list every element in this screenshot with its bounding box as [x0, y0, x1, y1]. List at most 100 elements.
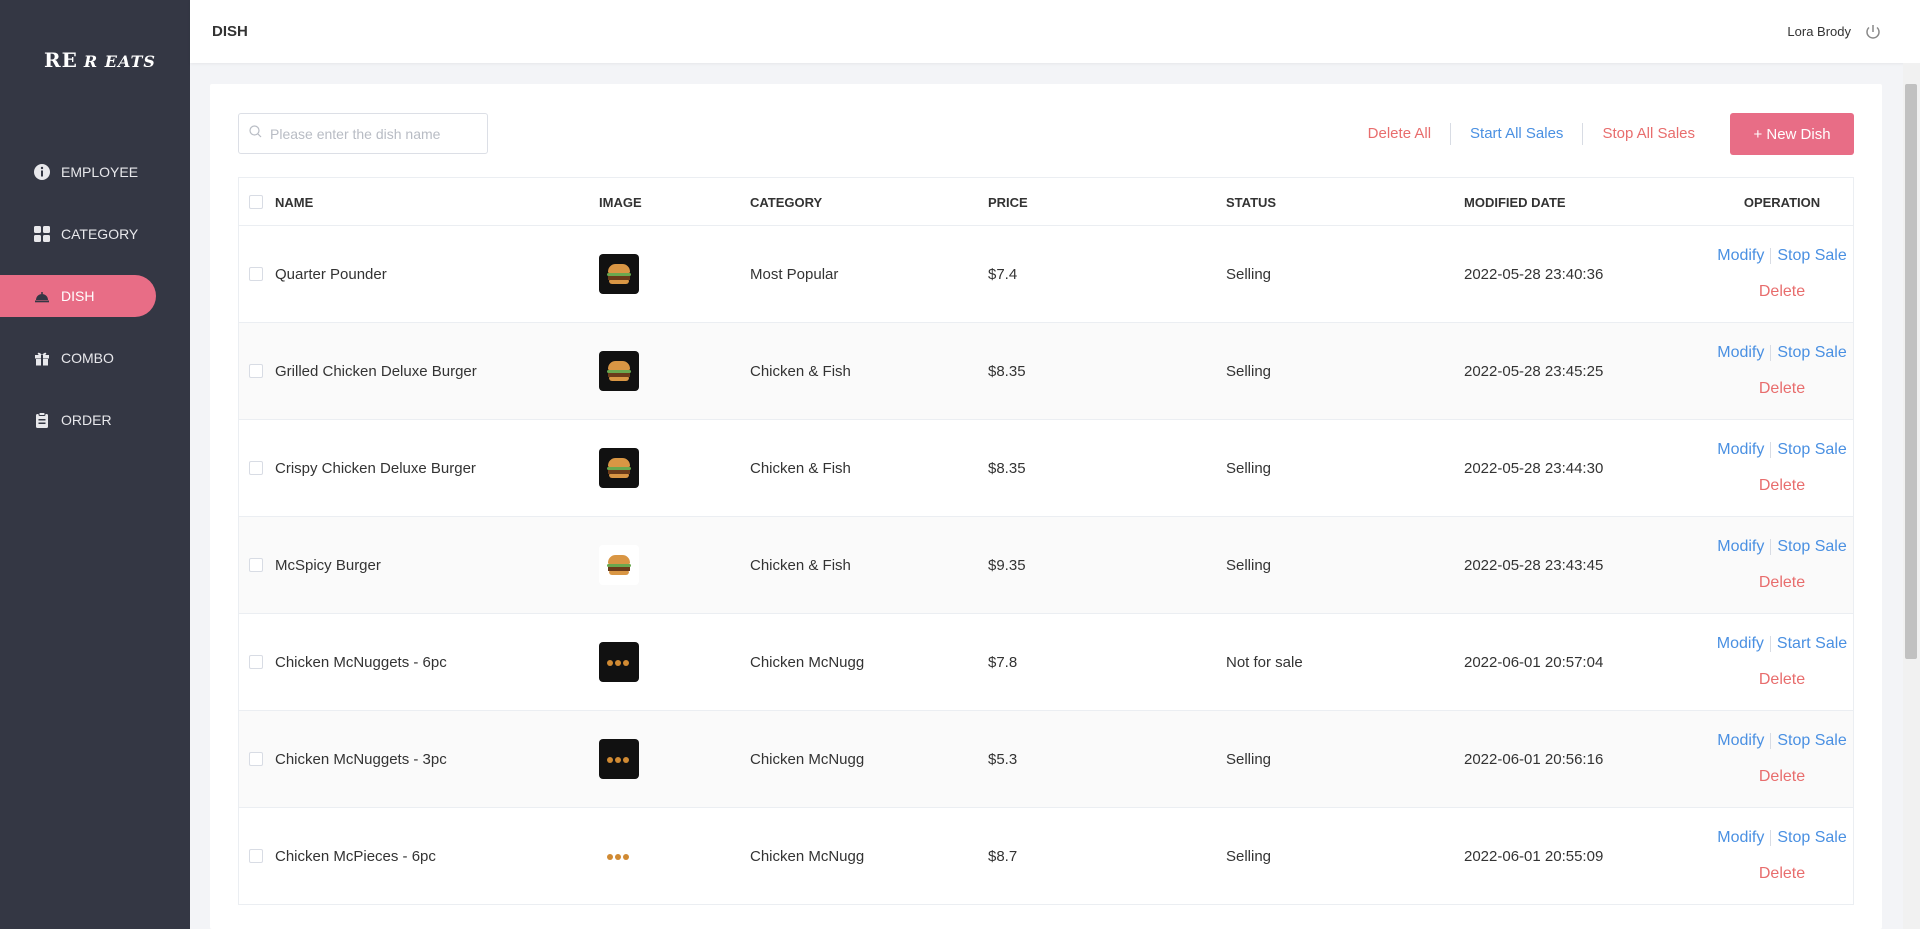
start-all-sales-button[interactable]: Start All Sales — [1451, 123, 1584, 145]
dish-image-cell — [599, 808, 639, 904]
modify-button[interactable]: Modify — [1717, 441, 1764, 459]
toggle-sale-button[interactable]: Stop Sale — [1777, 829, 1846, 847]
delete-all-button[interactable]: Delete All — [1349, 123, 1452, 145]
dish-modified-date: 2022-05-28 23:45:25 — [1464, 362, 1604, 380]
dish-price: $8.35 — [988, 459, 1026, 477]
dish-modified-date: 2022-06-01 20:57:04 — [1464, 653, 1604, 671]
scrollbar-thumb[interactable] — [1905, 84, 1917, 659]
header-category: CATEGORY — [750, 194, 823, 210]
table-row: Crispy Chicken Deluxe Burger Chicken & Fi… — [239, 420, 1853, 517]
row-checkbox[interactable] — [249, 267, 263, 281]
dish-table: NAME IMAGE CATEGORY PRICE STATUS MODIFIE… — [238, 177, 1854, 905]
modify-button[interactable]: Modify — [1717, 344, 1764, 362]
header-modified-date: MODIFIED DATE — [1464, 194, 1566, 210]
dish-image — [599, 448, 639, 488]
delete-button[interactable]: Delete — [1759, 671, 1805, 689]
sidebar-nav: EMPLOYEE CATEGORY DISH COMBO ORDER — [0, 151, 190, 461]
toggle-sale-button[interactable]: Stop Sale — [1777, 732, 1846, 750]
row-checkbox[interactable] — [249, 849, 263, 863]
divider — [1770, 442, 1772, 458]
dish-name: Quarter Pounder — [275, 265, 387, 283]
sidebar-item-order[interactable]: ORDER — [0, 399, 190, 441]
sidebar-item-label: DISH — [61, 288, 95, 304]
dish-image — [599, 739, 639, 779]
divider — [1770, 830, 1772, 846]
dish-price: $9.35 — [988, 556, 1026, 574]
header-operation: OPERATION — [1743, 194, 1821, 210]
row-operations: Modify Stop Sale Delete — [1709, 517, 1855, 613]
dish-category: Chicken McNugg — [750, 653, 865, 671]
row-operations: Modify Stop Sale Delete — [1709, 711, 1855, 807]
sidebar-item-label: CATEGORY — [61, 226, 139, 242]
content-card: Delete All Start All Sales Stop All Sale… — [210, 84, 1882, 929]
sidebar-item-dish[interactable]: DISH — [0, 275, 156, 317]
delete-button[interactable]: Delete — [1759, 283, 1805, 301]
toggle-sale-button[interactable]: Start Sale — [1777, 635, 1847, 653]
page-title: DISH — [212, 23, 248, 40]
dish-name: Chicken McNuggets - 6pc — [275, 653, 447, 671]
row-operations: Modify Stop Sale Delete — [1709, 420, 1855, 516]
row-checkbox[interactable] — [249, 558, 263, 572]
row-checkbox[interactable] — [249, 655, 263, 669]
dish-status: Not for sale — [1226, 653, 1303, 671]
app-logo: RE R EATS — [44, 48, 156, 72]
delete-button[interactable]: Delete — [1759, 477, 1805, 495]
sidebar-item-combo[interactable]: COMBO — [0, 337, 190, 379]
divider — [1770, 539, 1772, 555]
modify-button[interactable]: Modify — [1717, 247, 1764, 265]
row-checkbox[interactable] — [249, 461, 263, 475]
dish-price: $7.8 — [988, 653, 1018, 671]
clipboard-icon — [33, 411, 51, 429]
info-icon — [33, 163, 51, 181]
table-row: Chicken McPieces - 6pc Chicken McNugg $8.7… — [239, 808, 1853, 905]
dish-image-cell — [599, 517, 639, 613]
table-body: Quarter Pounder Most Popular $7.4 Selling 20… — [239, 226, 1853, 905]
dish-modified-date: 2022-06-01 20:56:16 — [1464, 750, 1604, 768]
delete-button[interactable]: Delete — [1759, 380, 1805, 398]
user-name[interactable]: Lora Brody — [1787, 24, 1851, 39]
dish-image — [599, 836, 639, 876]
row-checkbox[interactable] — [249, 752, 263, 766]
table-row: Chicken McNuggets - 6pc Chicken McNugg $7.… — [239, 614, 1853, 711]
dish-status: Selling — [1226, 362, 1272, 380]
dish-category: Chicken & Fish — [750, 459, 851, 477]
logo-main-text: RE — [44, 48, 78, 72]
modify-button[interactable]: Modify — [1717, 635, 1764, 653]
row-checkbox[interactable] — [249, 364, 263, 378]
dish-price: $7.4 — [988, 265, 1018, 283]
dish-name: Chicken McNuggets - 3pc — [275, 750, 447, 768]
sidebar-item-category[interactable]: CATEGORY — [0, 213, 190, 255]
toggle-sale-button[interactable]: Stop Sale — [1777, 247, 1846, 265]
table-row: Grilled Chicken Deluxe Burger Chicken & F… — [239, 323, 1853, 420]
toggle-sale-button[interactable]: Stop Sale — [1777, 344, 1846, 362]
dish-category: Chicken & Fish — [750, 362, 851, 380]
delete-button[interactable]: Delete — [1759, 768, 1805, 786]
power-icon[interactable] — [1864, 23, 1882, 41]
dish-modified-date: 2022-05-28 23:40:36 — [1464, 265, 1604, 283]
dish-image — [599, 642, 639, 682]
delete-button[interactable]: Delete — [1759, 865, 1805, 883]
divider — [1770, 733, 1772, 749]
divider — [1769, 636, 1771, 652]
sidebar-item-label: ORDER — [61, 412, 112, 428]
table-row: Quarter Pounder Most Popular $7.4 Selling 20… — [239, 226, 1853, 323]
dish-name: Crispy Chicken Deluxe Burger — [275, 459, 476, 477]
toggle-sale-button[interactable]: Stop Sale — [1777, 441, 1846, 459]
dish-status: Selling — [1226, 750, 1272, 768]
dish-image-cell — [599, 420, 639, 516]
dish-price: $5.3 — [988, 750, 1018, 768]
delete-button[interactable]: Delete — [1759, 574, 1805, 592]
top-header: DISH Lora Brody — [190, 0, 1920, 63]
modify-button[interactable]: Modify — [1717, 732, 1764, 750]
stop-all-sales-button[interactable]: Stop All Sales — [1583, 123, 1730, 145]
modify-button[interactable]: Modify — [1717, 538, 1764, 556]
modify-button[interactable]: Modify — [1717, 829, 1764, 847]
select-all-checkbox[interactable] — [249, 195, 263, 209]
toggle-sale-button[interactable]: Stop Sale — [1777, 538, 1846, 556]
search-input[interactable] — [270, 125, 480, 142]
dish-image-cell — [599, 323, 639, 419]
sidebar-item-employee[interactable]: EMPLOYEE — [0, 151, 190, 193]
sidebar: RE R EATS EMPLOYEE CATEGORY DISH COMBO O… — [0, 0, 190, 929]
dish-category: Chicken McNugg — [750, 750, 865, 768]
new-dish-button[interactable]: + New Dish — [1730, 113, 1854, 155]
